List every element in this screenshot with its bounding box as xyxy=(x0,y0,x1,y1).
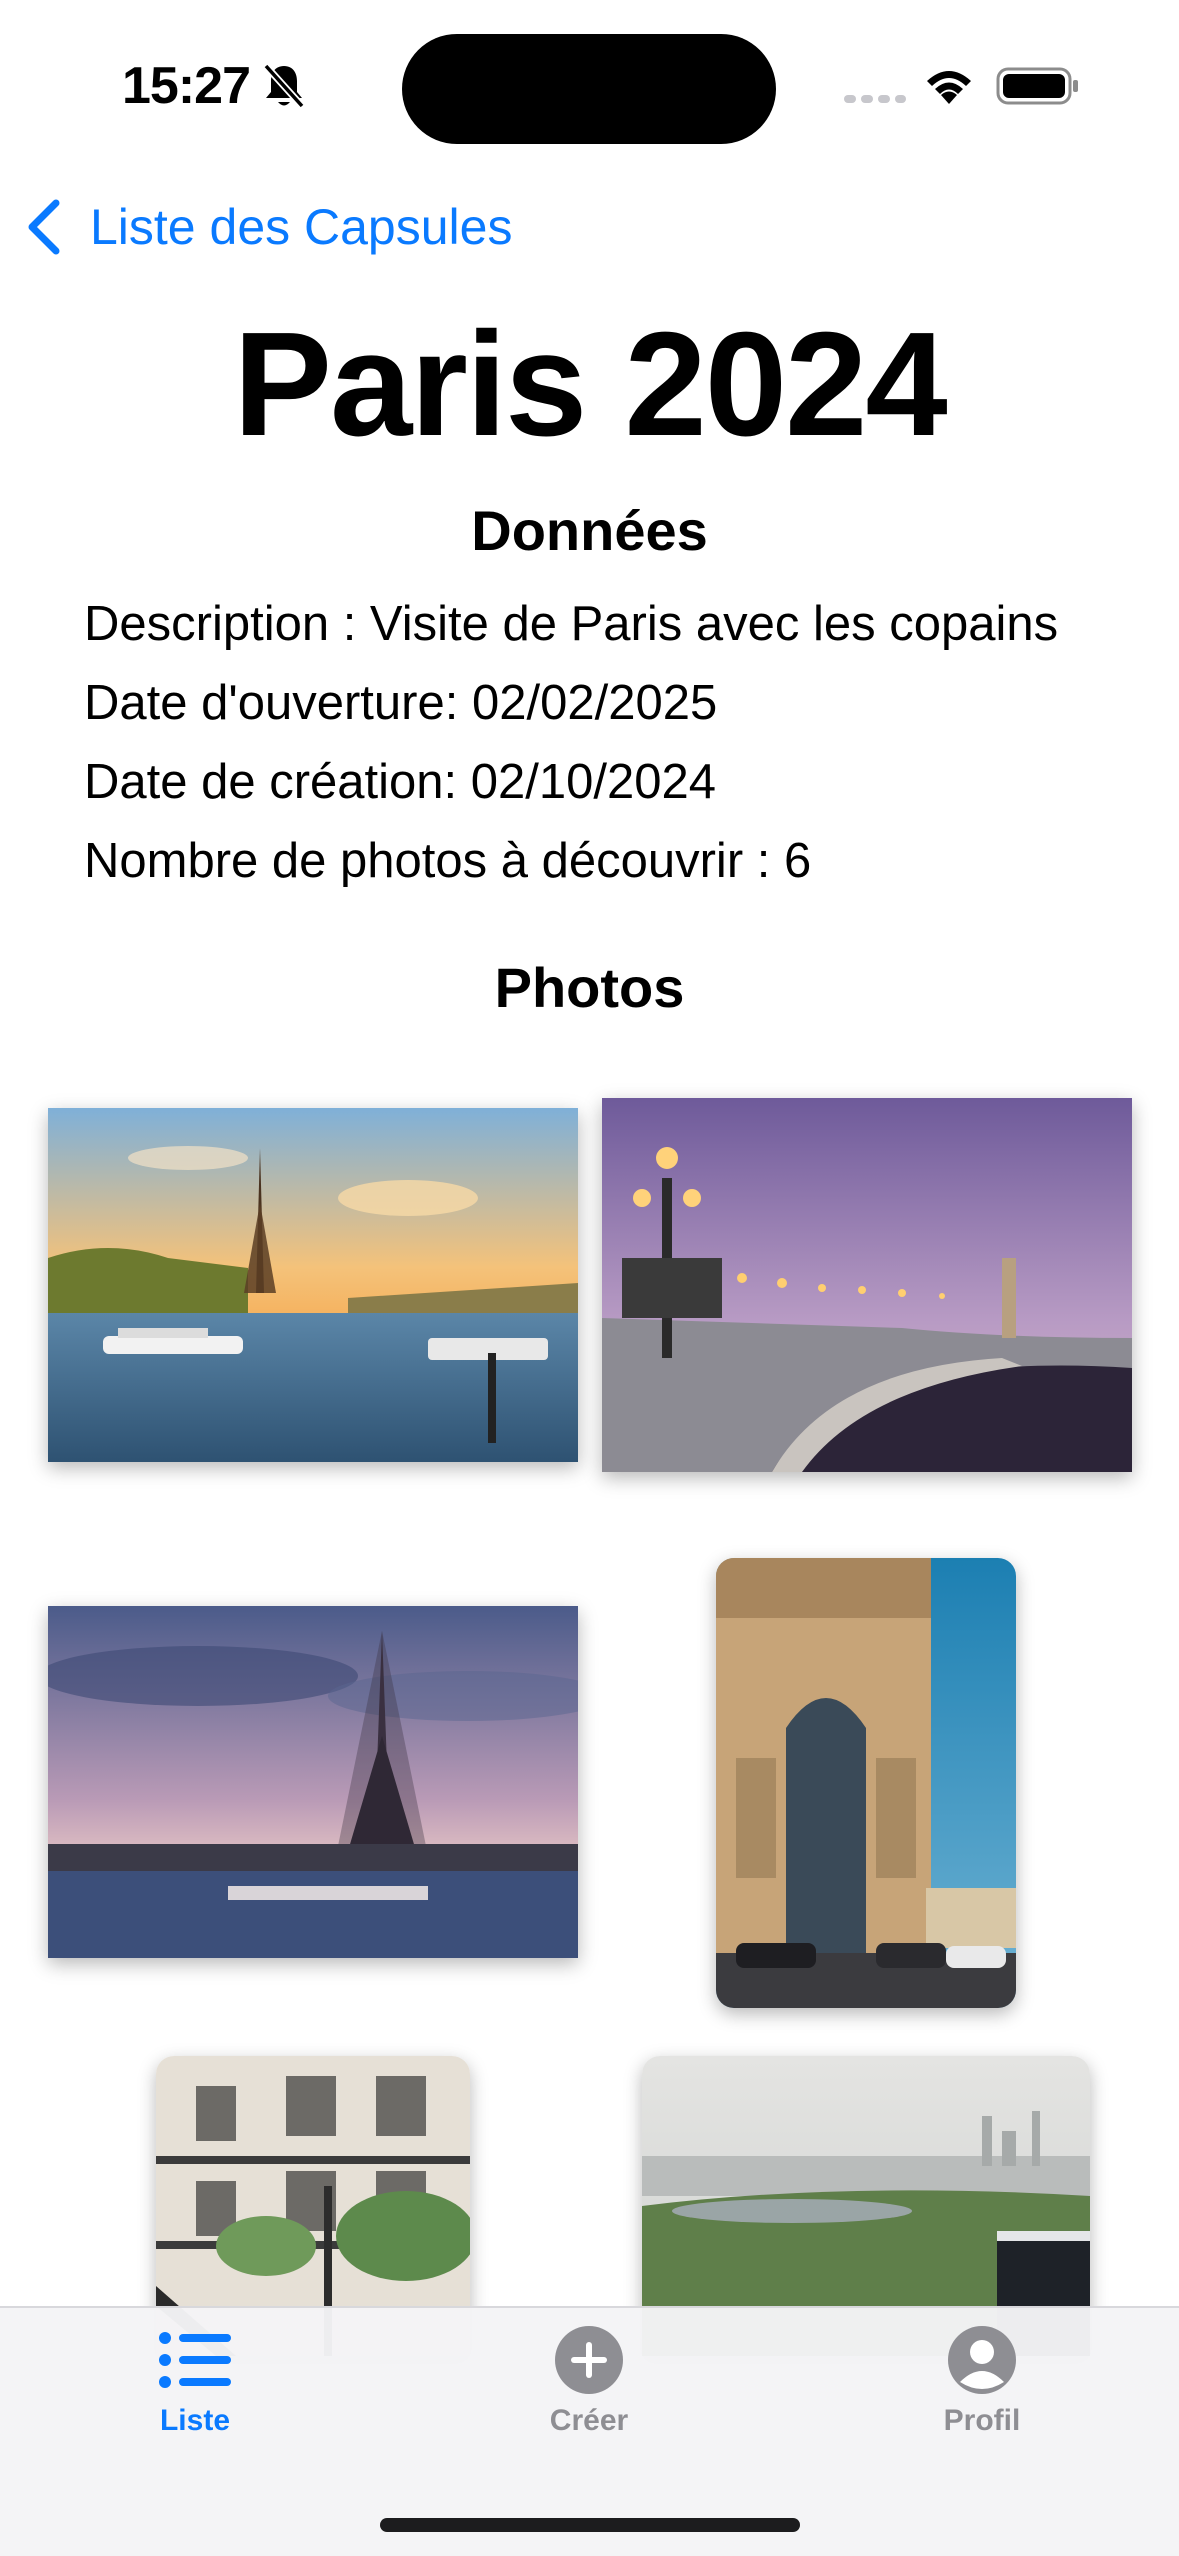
tab-liste[interactable]: Liste xyxy=(75,2328,315,2478)
photo-count-text: Nombre de photos à découvrir : 6 xyxy=(84,834,812,888)
battery-icon xyxy=(996,67,1078,105)
dynamic-island xyxy=(402,34,776,144)
photo-arc-de-triomphe[interactable] xyxy=(716,1558,1016,2008)
creation-date-text: Date de création: 02/10/2024 xyxy=(84,755,717,809)
photo-pont-alexandre[interactable] xyxy=(602,1098,1132,1472)
list-icon xyxy=(159,2332,231,2388)
photo-eiffel-dusk[interactable] xyxy=(48,1606,578,1958)
photo-eiffel-sunset[interactable] xyxy=(48,1108,578,1462)
wifi-icon xyxy=(927,71,971,104)
data-section-title: Données xyxy=(471,499,708,562)
bell-slash-icon xyxy=(263,63,305,109)
tab-profil[interactable]: Profil xyxy=(862,2326,1102,2478)
description-text: Description : Visite de Paris avec les c… xyxy=(84,597,1059,651)
tab-label-profil: Profil xyxy=(943,2404,1021,2437)
tab-label-liste: Liste xyxy=(159,2404,231,2437)
cellular-signal-icon xyxy=(844,95,906,103)
tab-label-creer: Créer xyxy=(549,2404,629,2437)
capsule-detail-screen: 15:27 Liste des Capsules Paris 2024 Donn… xyxy=(0,0,1179,2556)
plus-circle-icon xyxy=(555,2326,623,2394)
photos-section-title: Photos xyxy=(494,956,685,1019)
status-time: 15:27 xyxy=(122,57,251,115)
chevron-left-icon xyxy=(28,199,60,255)
tab-creer[interactable]: Créer xyxy=(469,2326,709,2478)
person-circle-icon xyxy=(948,2326,1016,2394)
back-button[interactable]: Liste des Capsules xyxy=(24,192,512,262)
page-title: Paris 2024 xyxy=(233,302,947,467)
opening-date-text: Date d'ouverture: 02/02/2025 xyxy=(84,676,718,730)
home-indicator[interactable] xyxy=(380,2518,800,2532)
back-label: Liste des Capsules xyxy=(90,199,513,255)
